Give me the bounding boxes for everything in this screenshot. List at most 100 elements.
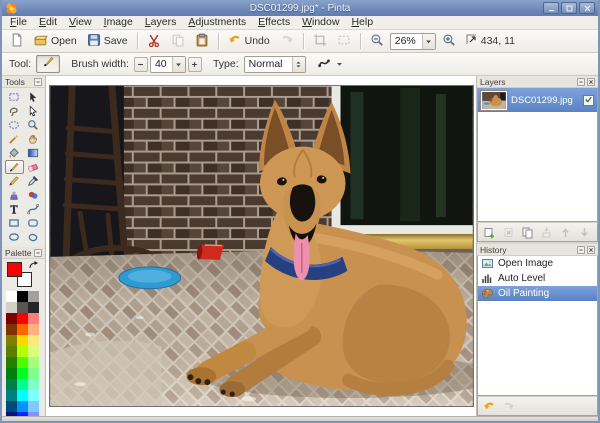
tool-eraser[interactable] <box>24 160 43 174</box>
palette-swatch[interactable] <box>28 390 39 401</box>
canvas-image[interactable] <box>49 85 474 407</box>
line-style-button[interactable] <box>314 55 348 74</box>
history-panel-minimize-button[interactable] <box>577 246 585 254</box>
open-button[interactable]: Open <box>30 32 81 51</box>
layer-visible-checkbox[interactable] <box>583 95 594 106</box>
paste-button[interactable] <box>191 32 213 51</box>
palette-swatch[interactable] <box>6 324 17 335</box>
duplicate-layer-button[interactable] <box>519 224 535 240</box>
palette-swatch[interactable] <box>28 291 39 302</box>
maximize-button[interactable] <box>561 2 577 14</box>
tool-recolor[interactable] <box>24 188 43 202</box>
blend-type-combo[interactable]: Normal <box>244 56 306 73</box>
primary-color-swatch[interactable] <box>7 262 22 277</box>
brush-width-dropdown-button[interactable] <box>172 57 185 72</box>
history-undo-button[interactable] <box>481 398 497 414</box>
palette-swatch[interactable] <box>6 368 17 379</box>
tool-freeform-shape[interactable] <box>24 230 43 244</box>
tool-ellipse[interactable] <box>5 230 24 244</box>
layer-row[interactable]: DSC01299.jpg <box>478 88 597 112</box>
palette-swatch[interactable] <box>28 379 39 390</box>
palette-swatch[interactable] <box>6 302 17 313</box>
menu-help[interactable]: Help <box>345 16 379 29</box>
titlebar[interactable]: DSC01299.jpg* - Pinta <box>2 0 598 16</box>
swap-colors-icon[interactable] <box>27 260 37 270</box>
palette-swatch[interactable] <box>28 335 39 346</box>
tool-move-selected[interactable] <box>24 90 43 104</box>
tool-gradient[interactable] <box>24 146 43 160</box>
move-layer-up-button[interactable] <box>557 224 573 240</box>
zoom-combo[interactable]: 26% <box>390 33 436 50</box>
copy-button[interactable] <box>167 32 189 51</box>
add-layer-button[interactable] <box>481 224 497 240</box>
history-redo-button[interactable] <box>500 398 516 414</box>
tool-zoom[interactable] <box>24 118 43 132</box>
canvas-area[interactable] <box>46 76 476 416</box>
tool-ellipse-select[interactable] <box>5 118 24 132</box>
brush-width-increase-button[interactable] <box>188 57 202 72</box>
tool-text[interactable] <box>5 202 24 216</box>
history-item[interactable]: Auto Level <box>478 271 597 286</box>
palette-swatch[interactable] <box>17 291 28 302</box>
tool-rectangle[interactable] <box>5 216 24 230</box>
palette-swatch[interactable] <box>17 412 28 416</box>
redo-button[interactable] <box>276 32 298 51</box>
close-button[interactable] <box>579 2 595 14</box>
history-item[interactable]: Oil Painting <box>478 286 597 301</box>
zoom-in-button[interactable] <box>438 32 460 51</box>
blend-type-spinner[interactable] <box>292 57 305 72</box>
tool-color-picker[interactable] <box>24 174 43 188</box>
palette-swatch[interactable] <box>17 313 28 324</box>
menu-layers[interactable]: Layers <box>139 16 183 29</box>
tool-line-curve[interactable] <box>24 202 43 216</box>
cut-button[interactable] <box>143 32 165 51</box>
palette-panel-minimize-button[interactable] <box>34 249 42 257</box>
menu-effects[interactable]: Effects <box>252 16 296 29</box>
palette-swatch[interactable] <box>6 346 17 357</box>
palette-swatch[interactable] <box>28 357 39 368</box>
palette-swatch[interactable] <box>28 401 39 412</box>
menu-window[interactable]: Window <box>296 16 345 29</box>
palette-swatch[interactable] <box>6 390 17 401</box>
save-button[interactable]: Save <box>83 32 132 51</box>
palette-swatch[interactable] <box>28 302 39 313</box>
palette-swatch[interactable] <box>17 368 28 379</box>
tool-rounded-rectangle[interactable] <box>24 216 43 230</box>
zoom-dropdown-button[interactable] <box>422 34 435 49</box>
tool-paintbrush[interactable] <box>5 160 24 174</box>
history-item[interactable]: Open Image <box>478 256 597 271</box>
undo-button[interactable]: Undo <box>224 32 274 51</box>
palette-swatch[interactable] <box>28 346 39 357</box>
palette-swatch[interactable] <box>17 302 28 313</box>
zoom-out-button[interactable] <box>366 32 388 51</box>
palette-swatch[interactable] <box>17 346 28 357</box>
layers-panel-minimize-button[interactable] <box>577 78 585 86</box>
palette-swatch[interactable] <box>6 379 17 390</box>
tool-magic-wand[interactable] <box>5 132 24 146</box>
menu-view[interactable]: View <box>63 16 98 29</box>
palette-swatch[interactable] <box>6 401 17 412</box>
delete-layer-button[interactable] <box>500 224 516 240</box>
menu-edit[interactable]: Edit <box>33 16 63 29</box>
palette-swatch[interactable] <box>6 357 17 368</box>
current-tool-button[interactable] <box>36 55 60 73</box>
menu-file[interactable]: File <box>4 16 33 29</box>
tool-pan[interactable] <box>24 132 43 146</box>
merge-layer-down-button[interactable] <box>538 224 554 240</box>
tool-clone-stamp[interactable] <box>5 188 24 202</box>
tool-move-selection[interactable] <box>24 104 43 118</box>
minimize-button[interactable] <box>543 2 559 14</box>
palette-swatch[interactable] <box>17 379 28 390</box>
tool-rectangle-select[interactable] <box>5 90 24 104</box>
palette-swatch[interactable] <box>28 412 39 416</box>
palette-swatch[interactable] <box>17 357 28 368</box>
tool-pencil[interactable] <box>5 174 24 188</box>
palette-swatch[interactable] <box>28 368 39 379</box>
palette-swatch[interactable] <box>17 390 28 401</box>
palette-swatch[interactable] <box>17 335 28 346</box>
palette-swatch[interactable] <box>6 335 17 346</box>
new-image-button[interactable] <box>6 32 28 51</box>
crop-to-selection-button[interactable] <box>309 32 331 51</box>
palette-swatch[interactable] <box>28 324 39 335</box>
history-panel-close-button[interactable] <box>587 246 595 254</box>
